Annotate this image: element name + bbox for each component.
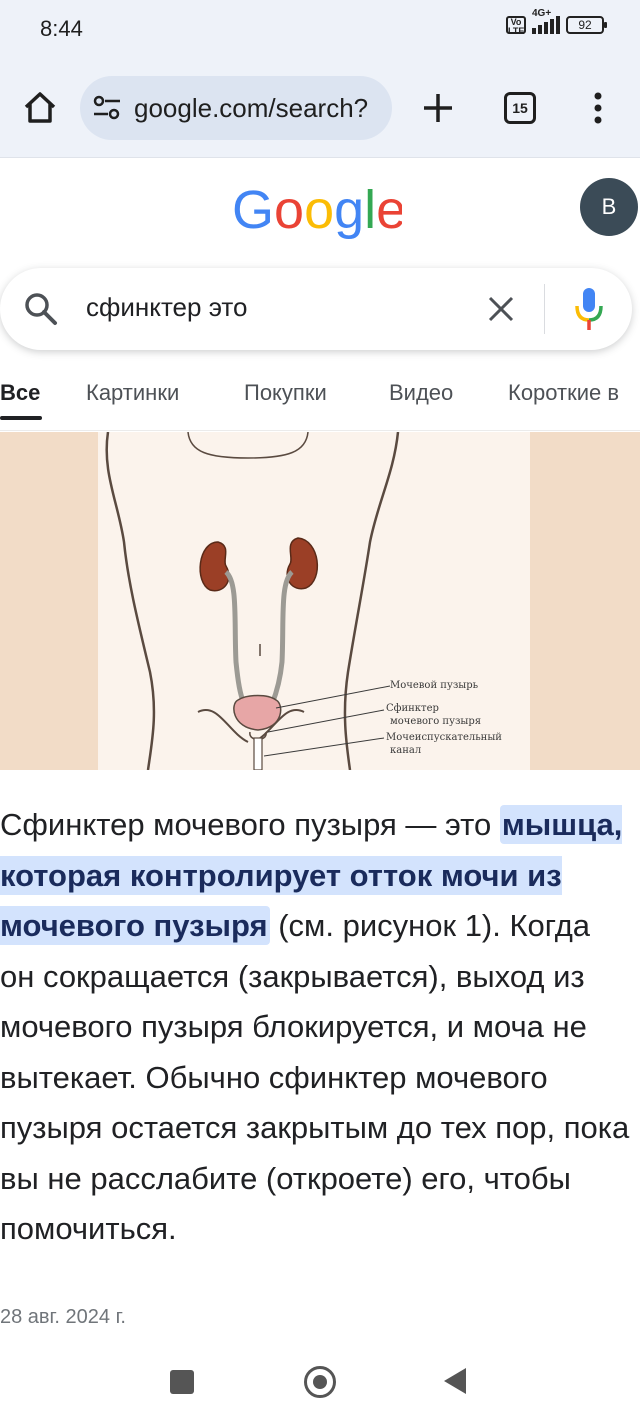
status-bar: 8:44 Vo LTE 4G+ 92 (0, 0, 640, 58)
back-icon[interactable] (444, 1368, 466, 1394)
google-logo[interactable]: Google (232, 180, 402, 244)
more-vert-icon[interactable] (586, 90, 610, 126)
search-icon[interactable] (22, 290, 60, 328)
account-avatar[interactable]: B (580, 178, 638, 236)
label-sphincter: Сфинктер (386, 703, 439, 714)
site-info-icon[interactable] (92, 94, 122, 122)
tab-images[interactable]: Картинки (86, 380, 179, 406)
signal-icon: 4G+ (532, 8, 560, 34)
plus-icon[interactable] (418, 88, 458, 128)
close-icon[interactable] (484, 292, 518, 326)
search-input[interactable]: сфинктер это (86, 292, 247, 323)
search-divider (544, 284, 545, 334)
status-icons: Vo LTE 4G+ 92 (506, 8, 607, 36)
snippet-date: 28 авг. 2024 г. (0, 1306, 126, 1328)
search-tabs: Все Картинки Покупки Видео Короткие в (0, 372, 640, 422)
logo-text: Google (232, 180, 402, 240)
label-sphincter-2: мочевого пузыря (390, 716, 482, 727)
status-time: 8:44 (40, 16, 83, 41)
tab-videos[interactable]: Видео (389, 380, 453, 406)
label-urethra: Мочеиспускательный (386, 732, 502, 743)
tab-all[interactable]: Все (0, 380, 40, 406)
microphone-icon[interactable] (572, 284, 606, 334)
featured-snippet-text: Сфинктер мочевого пузыря — это мышца, ко… (0, 800, 630, 1255)
home-circle-icon[interactable] (304, 1366, 336, 1398)
tab-shorts[interactable]: Короткие в (508, 380, 619, 406)
active-tab-indicator (0, 416, 42, 420)
label-urethra-2: канал (390, 745, 422, 756)
search-box[interactable]: сфинктер это (0, 268, 632, 350)
url-bar[interactable]: google.com/search? (80, 76, 392, 140)
system-nav-bar (0, 1346, 640, 1423)
tabs-icon[interactable]: 15 (504, 92, 536, 124)
network-type: 4G+ (532, 8, 552, 19)
snippet-after: (см. рисунок 1). Когда он сокращается (з… (0, 908, 630, 1246)
snippet-before: Сфинктер мочевого пузыря — это (0, 807, 500, 842)
label-bladder: Мочевой пузырь (390, 680, 479, 691)
recents-icon[interactable] (170, 1370, 194, 1394)
result-image[interactable]: Мочевой пузырь Сфинктер мочевого пузыря … (0, 432, 640, 770)
browser-toolbar: google.com/search? 15 (0, 58, 640, 158)
battery-icon: 92 (566, 16, 607, 34)
url-text[interactable]: google.com/search? (134, 93, 368, 124)
volte-icon: Vo LTE (506, 16, 526, 36)
tab-shopping[interactable]: Покупки (244, 380, 327, 406)
home-icon[interactable] (20, 88, 60, 128)
tabs-divider (0, 430, 640, 431)
